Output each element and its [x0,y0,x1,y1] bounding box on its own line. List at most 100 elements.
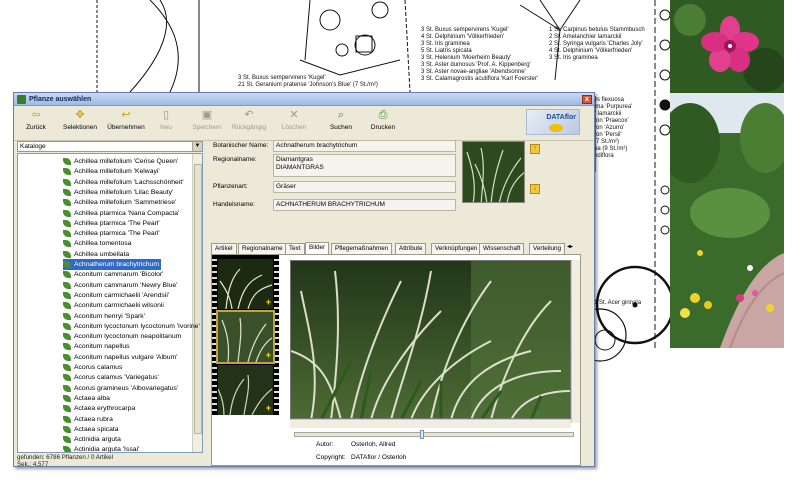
plant-selection-dialog: Pflanze auswählen x ⇦ Zurück ✥ Selektion… [13,92,595,468]
leaf-icon [63,353,71,361]
list-item-label: Achillea ptarmica 'The Pearl' [74,230,160,238]
image-slider[interactable] [294,430,574,439]
close-button[interactable]: x [582,95,592,104]
film-frame-3[interactable]: + [218,365,273,415]
plan-note-line: ron 'Praecox' [594,118,629,124]
leaf-icon [63,188,71,196]
back-label: Zurück [26,124,46,131]
plan-note-line: ys flexuosa [594,97,625,103]
new-button[interactable]: ▯ Neu [152,109,180,131]
image-horizontal-scrollbar[interactable] [290,419,571,428]
regional-name-value-1: Diamantgras [276,156,313,163]
leaf-icon [63,436,71,444]
leaf-icon [63,333,71,341]
regional-name-field[interactable]: Diamantgras DIAMANTGRAS [273,154,456,177]
tab-text[interactable]: Text [285,243,305,254]
trade-name-field[interactable]: ACHNATHERUM BRACHYTRICHUM [273,199,456,211]
pink-flower-image [670,0,784,93]
delete-label: Löschen [281,124,307,131]
garden-photo [670,93,784,348]
plan-note-line: 5 St. Liatris spicata [421,48,472,54]
back-arrow-icon: ⇦ [31,109,41,121]
tab-regionalname[interactable]: Regionalname [238,243,287,254]
plan-note-line: 3 St. Aster novae-angliae 'Abendsonne' [421,69,526,75]
leaf-icon [63,250,71,258]
plan-note-line: r lamarckii [594,111,622,117]
leaf-icon [63,302,71,310]
plan-note-line: 21 St. Geranium pratense 'Johnson's Blue… [238,82,378,88]
save-button[interactable]: ▣ Speichern [189,109,225,131]
plant-type-field[interactable]: Gräser [273,181,456,193]
list-item-label: Achnatherum brachytrichum [74,261,159,268]
add-image-icon[interactable]: + [266,351,271,360]
leaf-icon [63,425,71,433]
list-item-label: Achillea ptarmica 'Nana Compacta' [74,209,180,217]
add-image-icon[interactable]: + [266,404,271,413]
plan-note-line: ndiflora [594,153,614,159]
catalog-select-value: Kataloge [20,143,46,150]
tab-scroll-arrows[interactable]: ◂▸ [567,243,581,253]
list-scrollbar[interactable] [192,154,202,452]
plan-note-line: 4 St. Delphinium 'Völkerfrieden' [549,48,633,54]
print-button[interactable]: ⎙ Drucken [366,109,400,131]
flower-photo [670,0,784,93]
image-slider-knob[interactable] [420,430,424,439]
botanical-name-label: Botanischer Name: [213,142,269,149]
undo-button[interactable]: ↶ Rückgängig [229,109,269,131]
tab-right-icon[interactable]: ▸ [570,244,573,250]
dataflor-logo: DATAflor [526,109,580,135]
chevron-down-icon[interactable]: ▼ [192,142,202,151]
next-image-button[interactable]: ↓ [530,184,540,194]
tab-bilder[interactable]: Bilder [305,242,330,254]
selections-button[interactable]: ✥ Selektionen [57,109,103,131]
botanical-name-field[interactable]: Achnatherum brachytrichum [273,140,456,152]
tab-verknüpfungen[interactable]: Verknüpfungen [431,243,482,254]
filmstrip: + + + [212,255,279,415]
search-icon: ⌕ [337,109,345,121]
author-label: Autor: [316,441,334,448]
images-panel: + + + Autor: Osterloh, Allred Copyright:… [211,254,581,466]
prev-image-button[interactable]: ↑ [530,144,540,154]
accept-button[interactable]: ↩ Übernehmen [104,109,148,131]
tab-artikel[interactable]: Artikel [211,243,237,254]
leaf-icon [63,291,71,299]
list-item[interactable]: Actinidia arguta 'Issai' [63,444,141,452]
list-item-label: Aconitum napellus [74,343,130,351]
leaf-icon [63,209,71,217]
tab-attribute[interactable]: Attribute [395,243,427,254]
search-button[interactable]: ⌕ Suchen [326,109,356,131]
add-image-icon[interactable]: + [266,298,271,307]
garden-path-image [670,93,784,348]
list-item-label: Achillea millefolium 'Cerise Queen' [74,158,179,165]
tab-wissenschaft[interactable]: Wissenschaft [479,243,525,254]
film-frame-2[interactable]: + [216,310,275,364]
plant-thumbnail[interactable] [462,141,525,203]
regional-name-value-2: DIAMANTGRAS [276,164,324,171]
plan-note-line: 4 St. Delphinium 'Völkerfrieden' [421,34,505,40]
tab-verteilung[interactable]: Verteilung [529,243,566,254]
leaf-icon [63,261,71,268]
image-vertical-scrollbar[interactable] [571,260,580,423]
tab-pflegemaßnahmen[interactable]: Pflegemaßnahmen [331,243,393,254]
list-item-label: Achillea umbellata [74,250,130,258]
plan-note-1: 3 St. Buxus sempervirens 'Kugel' 4 St. De… [421,27,538,83]
leaf-icon [63,394,71,402]
list-item-label: Aconitum carmichaelii wilsonii [74,302,164,310]
plan-note-line: (7 St./m²) [594,139,619,145]
dialog-titlebar[interactable]: Pflanze auswählen [14,93,594,106]
list-item-label: Actaea erythrocarpa [74,405,136,413]
new-document-icon: ▯ [162,109,170,121]
film-frame-1[interactable]: + [218,259,273,309]
plan-note-4: ys flexuosa ima 'Purpurea' r lamarckii ron … [594,97,632,160]
trade-name-label: Handelsname: [213,201,255,208]
back-button[interactable]: ⇦ Zurück [19,109,53,131]
desktop-screenshot: { "background_plan": { "note_group_1": [… [0,0,792,486]
undo-icon: ↶ [244,109,254,121]
leaf-icon [63,374,71,382]
leaf-icon [63,384,71,392]
delete-button[interactable]: ✕ Löschen [278,109,310,131]
large-plant-image [290,260,571,419]
list-scrollbar-thumb[interactable] [194,164,202,434]
catalog-select[interactable]: Kataloge ▼ [17,141,203,152]
list-item-label: Aconitum carmichaelii 'Arendsii' [74,291,170,299]
